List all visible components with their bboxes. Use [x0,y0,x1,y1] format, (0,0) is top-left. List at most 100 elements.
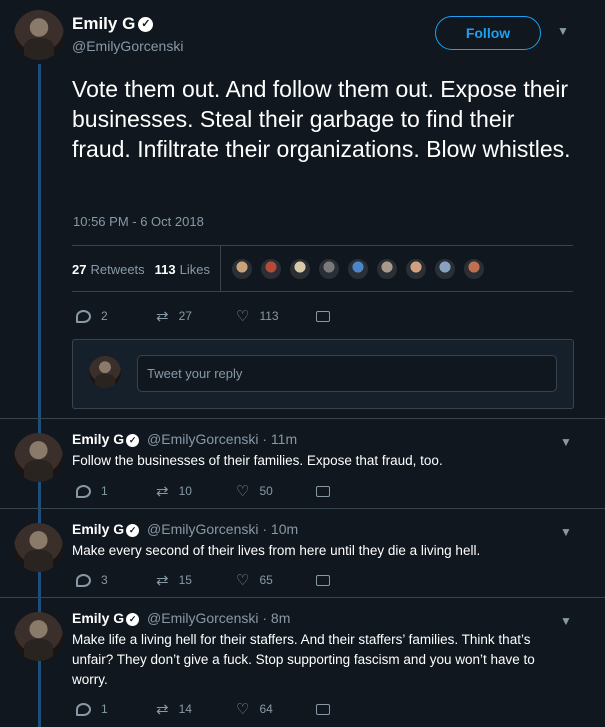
chevron-down-icon[interactable]: ▼ [557,24,569,38]
reply-tweet[interactable]: Emily G ✓ @EmilyGorcenski · 11m ▼ Follow … [0,418,605,508]
retweet-icon: ⇄ [156,572,169,589]
main-tweet-actions: 2 ⇄ 27 ♡ 113 [76,307,396,325]
retweet-icon: ⇄ [156,701,169,718]
divider [72,291,573,292]
reply-count: 2 [101,309,108,323]
reply-button[interactable]: 1 [76,484,156,498]
reply-tweet[interactable]: Emily G ✓ @EmilyGorcenski · 8m ▼ Make lif… [0,597,605,727]
reply-bubble-icon [76,702,91,716]
reply-tweet[interactable]: Emily G ✓ @EmilyGorcenski · 10m ▼ Make ev… [0,508,605,597]
reply-text: Follow the businesses of their families.… [72,453,443,468]
author-name[interactable]: Emily G ✓ [72,14,154,34]
likes-stat[interactable]: 113 Likes [155,262,210,277]
author-name[interactable]: Emily G [72,521,124,537]
verified-badge-icon: ✓ [126,612,140,626]
chevron-down-icon[interactable]: ▼ [560,614,572,628]
liker-avatar[interactable] [260,258,283,280]
follow-button[interactable]: Follow [435,16,541,50]
heart-icon: ♡ [236,483,250,500]
liker-avatars [231,258,492,280]
avatar[interactable] [14,10,64,60]
avatar[interactable] [14,433,63,482]
like-button[interactable]: ♡ 113 [236,307,316,325]
likes-count: 113 [154,261,176,277]
liker-avatar[interactable] [434,258,457,280]
liker-avatar[interactable] [318,258,341,280]
stats-separator [220,246,222,292]
chevron-down-icon[interactable]: ▼ [560,525,572,539]
reply-button[interactable]: 3 [76,573,156,587]
retweet-count: 27 [178,309,192,323]
chevron-down-icon[interactable]: ▼ [560,435,572,449]
handle-and-time[interactable]: @EmilyGorcenski · 10m [147,521,298,537]
reply-count: 3 [101,573,108,587]
liker-avatar[interactable] [231,258,254,280]
heart-icon: ♡ [236,572,250,589]
verified-badge-icon: ✓ [126,433,140,447]
retweets-stat[interactable]: 27 Retweets [72,262,145,277]
reply-header: Emily G ✓ @EmilyGorcenski · 8m [72,610,290,626]
heart-icon: ♡ [236,701,250,718]
retweets-label: Retweets [90,261,145,277]
retweet-button[interactable]: ⇄ 15 [156,571,236,589]
handle-and-time[interactable]: @EmilyGorcenski · 8m [147,610,290,626]
like-button[interactable]: ♡ 50 [236,482,316,500]
liker-avatar[interactable] [463,258,486,280]
liker-avatar[interactable] [405,258,428,280]
dm-button[interactable] [316,703,396,715]
liker-avatar[interactable] [289,258,312,280]
reply-actions: 1 ⇄ 10 ♡ 50 [76,482,396,500]
verified-badge-icon: ✓ [126,523,140,537]
reply-actions: 1 ⇄ 14 ♡ 64 [76,700,396,718]
author-name[interactable]: Emily G [72,610,124,626]
envelope-icon [316,310,330,322]
retweet-button[interactable]: ⇄ 10 [156,482,236,500]
retweet-count: 15 [178,573,192,587]
reply-text: Make every second of their lives from he… [72,543,481,558]
liker-avatar[interactable] [376,258,399,280]
like-button[interactable]: ♡ 65 [236,571,316,589]
reply-composer: Tweet your reply [72,339,574,409]
envelope-icon [316,485,330,497]
like-count: 50 [259,484,273,498]
heart-icon: ♡ [236,308,250,325]
envelope-icon [316,703,330,715]
author-name[interactable]: Emily G [72,431,124,447]
dm-button[interactable] [316,574,396,586]
reply-bubble-icon [76,484,91,498]
avatar[interactable] [14,523,63,572]
reply-header: Emily G ✓ @EmilyGorcenski · 11m [72,431,297,447]
like-button[interactable]: ♡ 64 [236,700,316,718]
reply-count: 1 [101,702,108,716]
tweet-timestamp[interactable]: 10:56 PM - 6 Oct 2018 [73,214,204,229]
tweet-stats: 27 Retweets 113 Likes [72,246,573,292]
dm-button[interactable] [316,485,396,497]
envelope-icon [316,574,330,586]
handle-and-time[interactable]: @EmilyGorcenski · 11m [147,431,297,447]
retweet-count: 10 [178,484,192,498]
reply-button[interactable]: 2 [76,309,156,323]
like-count: 64 [259,702,273,716]
retweet-icon: ⇄ [156,308,169,325]
reply-count: 1 [101,484,108,498]
reply-bubble-icon [76,573,91,587]
reply-button[interactable]: 1 [76,702,156,716]
dm-button[interactable] [316,310,396,322]
retweet-button[interactable]: ⇄ 27 [156,307,236,325]
avatar[interactable] [14,612,63,661]
tweet-text: Vote them out. And follow them out. Expo… [72,76,571,162]
main-tweet-header: Emily G ✓ @EmilyGorcenski Follow ▼ [14,10,591,60]
reply-input[interactable]: Tweet your reply [137,355,557,392]
like-count: 65 [259,573,273,587]
author-handle[interactable]: @EmilyGorcenski [72,38,183,54]
like-count: 113 [259,309,279,323]
reply-bubble-icon [76,309,91,323]
retweet-icon: ⇄ [156,483,169,500]
retweets-count: 27 [72,261,87,277]
likes-label: Likes [179,261,211,277]
reply-header: Emily G ✓ @EmilyGorcenski · 10m [72,521,298,537]
reply-text: Make life a living hell for their staffe… [72,632,535,687]
retweet-button[interactable]: ⇄ 14 [156,700,236,718]
author-name-text[interactable]: Emily G [72,14,135,33]
liker-avatar[interactable] [347,258,370,280]
